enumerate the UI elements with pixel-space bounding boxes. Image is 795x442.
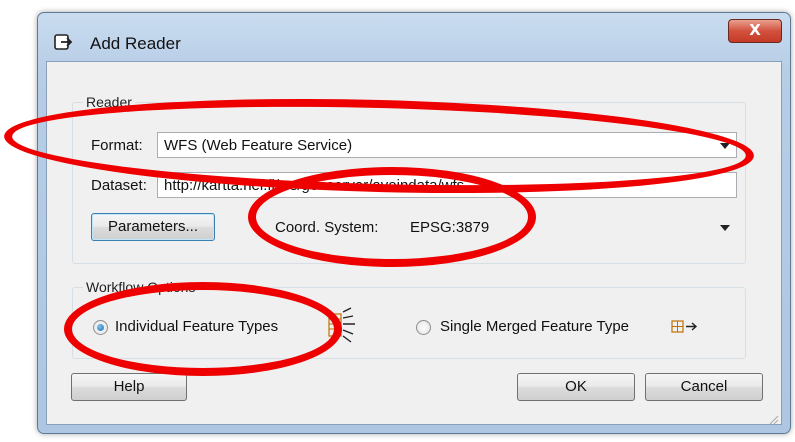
coord-system-label: Coord. System: bbox=[275, 219, 379, 236]
format-select[interactable]: WFS (Web Feature Service) bbox=[157, 132, 737, 158]
dataset-value: http://kartta.hel.fi/ws/geoserver/avoind… bbox=[164, 177, 465, 194]
format-value: WFS (Web Feature Service) bbox=[164, 137, 353, 154]
close-button[interactable]: X bbox=[728, 19, 782, 43]
dialog-body: Reader Format: WFS (Web Feature Service)… bbox=[46, 61, 782, 425]
merged-radio[interactable] bbox=[416, 320, 431, 335]
help-button[interactable]: Help bbox=[71, 373, 187, 401]
format-dropdown-arrow-icon[interactable] bbox=[720, 143, 730, 149]
coord-system-value: EPSG:3879 bbox=[410, 219, 490, 236]
radio-selected-dot bbox=[97, 324, 104, 331]
close-icon: X bbox=[749, 21, 761, 39]
workflow-group-label: Workflow Options bbox=[83, 279, 199, 295]
title-bar[interactable]: Add Reader X bbox=[38, 13, 790, 67]
dataset-input[interactable]: http://kartta.hel.fi/ws/geoserver/avoind… bbox=[157, 172, 737, 198]
format-label: Format: bbox=[91, 137, 143, 154]
cancel-button[interactable]: Cancel bbox=[645, 373, 763, 401]
parameters-button[interactable]: Parameters... bbox=[91, 213, 215, 241]
coord-system-select[interactable]: EPSG:3879 bbox=[403, 214, 737, 240]
resize-grip-icon[interactable] bbox=[769, 412, 779, 425]
add-reader-dialog: Add Reader X Reader Format: WFS (Web Fea… bbox=[37, 12, 791, 434]
coord-dropdown-arrow-icon[interactable] bbox=[720, 225, 730, 231]
merged-feature-type-icon bbox=[671, 319, 699, 340]
individual-option-label[interactable]: Individual Feature Types bbox=[115, 318, 278, 335]
app-reader-icon bbox=[54, 33, 74, 51]
dialog-title: Add Reader bbox=[90, 34, 181, 53]
individual-radio[interactable] bbox=[93, 320, 108, 335]
merged-option-label[interactable]: Single Merged Feature Type bbox=[440, 318, 629, 335]
ok-button[interactable]: OK bbox=[517, 373, 635, 401]
reader-group-label: Reader bbox=[83, 94, 135, 110]
multi-feature-types-icon bbox=[327, 306, 361, 349]
dataset-label: Dataset: bbox=[91, 177, 147, 194]
